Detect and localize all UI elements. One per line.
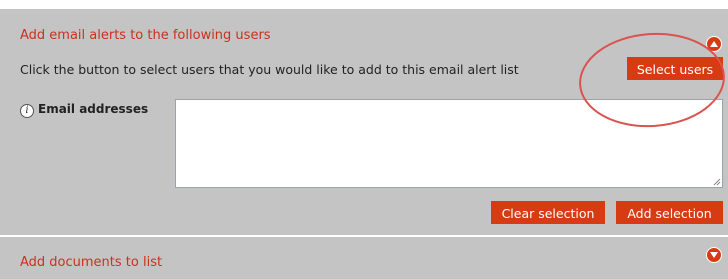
collapse-toggle-icon[interactable] xyxy=(706,36,722,52)
chevron-down-icon xyxy=(710,252,718,258)
chevron-up-icon xyxy=(710,41,718,47)
email-alerts-title[interactable]: Add email alerts to the following users xyxy=(20,28,271,43)
email-addresses-label: Email addresses xyxy=(38,102,149,116)
email-addresses-field[interactable] xyxy=(175,99,723,188)
select-users-button[interactable]: Select users xyxy=(627,57,723,80)
info-icon[interactable]: i xyxy=(20,104,34,118)
add-selection-button[interactable]: Add selection xyxy=(616,201,723,224)
documents-title[interactable]: Add documents to list xyxy=(20,255,162,270)
clear-selection-button[interactable]: Clear selection xyxy=(491,201,605,224)
expand-toggle-icon[interactable] xyxy=(706,247,722,263)
instruction-text: Click the button to select users that yo… xyxy=(20,62,519,77)
resize-grip-icon[interactable] xyxy=(712,177,721,186)
